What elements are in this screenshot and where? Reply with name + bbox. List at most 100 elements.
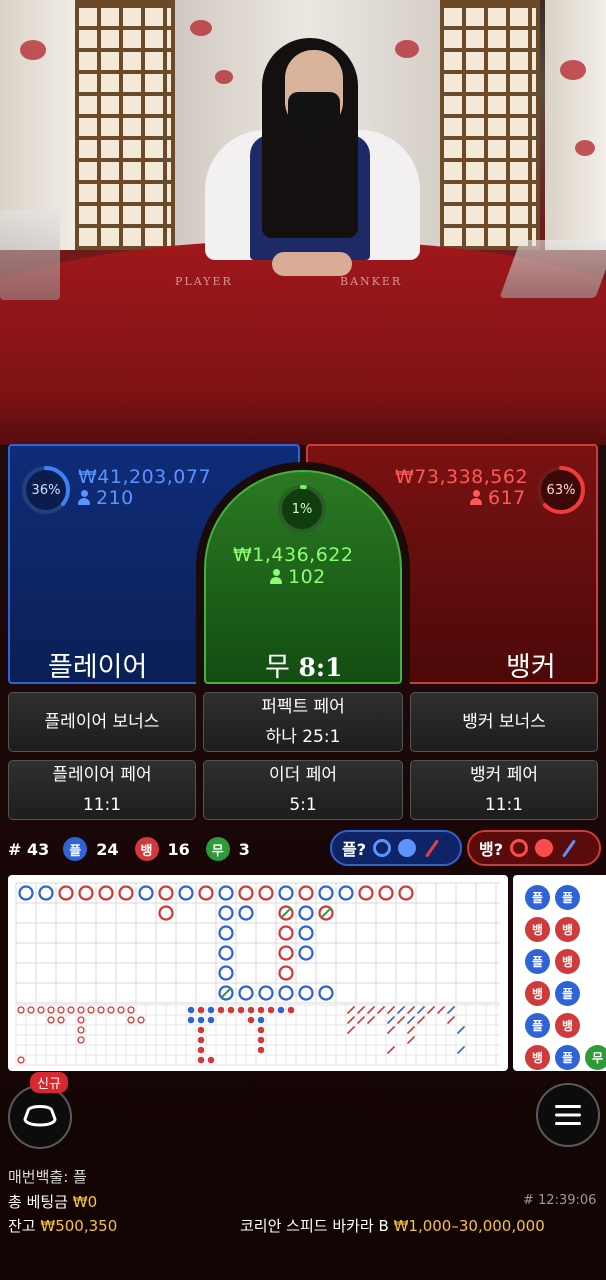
big-road-mark: [218, 885, 234, 901]
big-road-mark: [138, 885, 154, 901]
banker-pair-button[interactable]: 뱅커 페어 11:1: [410, 760, 598, 820]
cockroach-road-icon: [425, 838, 439, 858]
derived-road-mark: [446, 1005, 456, 1015]
derived-road-mark: [97, 1006, 105, 1014]
either-pair-button[interactable]: 이더 페어 5:1: [203, 760, 403, 820]
banker-bonus-button[interactable]: 뱅커 보너스: [410, 692, 598, 752]
balance: 잔고 ₩500,350: [8, 1217, 118, 1235]
derived-road-mark: [57, 1016, 65, 1024]
big-road-mark: [178, 885, 194, 901]
tie-win-chip: 무: [205, 837, 230, 861]
derived-road-mark: [187, 1006, 195, 1014]
derived-road-mark: [207, 1056, 215, 1064]
derived-road-mark: [366, 1005, 376, 1015]
scoreboard-roads[interactable]: [8, 875, 508, 1071]
tie-bettor-count: 102: [270, 566, 326, 588]
derived-road-mark: [277, 1006, 285, 1014]
big-road-mark: [238, 985, 254, 1001]
tie-win-count: 3: [238, 839, 250, 859]
big-road-mark: [158, 885, 174, 901]
derived-road-mark: [237, 1006, 245, 1014]
derived-road-mark: [346, 1005, 356, 1015]
big-road-mark: [298, 925, 314, 941]
felt-banker-label: BANKER: [340, 275, 403, 288]
derived-road-mark: [17, 1006, 25, 1014]
derived-road-mark: [117, 1006, 125, 1014]
derived-road-mark: [436, 1005, 446, 1015]
table-name: 코리안 스피드 바카라 B: [240, 1217, 389, 1235]
big-road-mark: [278, 885, 294, 901]
derived-road-mark: [386, 1045, 396, 1055]
player-total-amount: ₩41,203,077: [78, 466, 212, 488]
derived-road-mark: [77, 1016, 85, 1024]
big-road-mark: [238, 905, 254, 921]
player-pair-button[interactable]: 플레이어 페어 11:1: [8, 760, 196, 820]
big-road-mark: [158, 905, 174, 921]
bet-limits: ₩1,000–30,000,000: [393, 1217, 545, 1235]
small-road-icon: [535, 839, 554, 857]
derived-road-mark: [257, 1026, 265, 1034]
banker-percent: 63%: [546, 482, 576, 498]
derived-road-mark: [197, 1006, 205, 1014]
big-eye-road-icon: [510, 839, 529, 857]
lattice-panel-left: [75, 0, 175, 250]
player-win-chip: 플: [63, 837, 88, 861]
derived-road-mark: [406, 1005, 416, 1015]
discard-tray: [0, 210, 60, 300]
big-road-mark: [298, 985, 314, 1001]
last-result: 매번백출: 플: [8, 1168, 87, 1186]
big-road-mark: [118, 885, 134, 901]
bead-road-mark: 뱅: [525, 917, 550, 942]
derived-road-mark: [197, 1016, 205, 1024]
big-road-mark: [218, 925, 234, 941]
derived-road-mark: [247, 1006, 255, 1014]
menu-button[interactable]: [536, 1083, 600, 1147]
derived-road-mark: [47, 1016, 55, 1024]
big-road-mark: [218, 965, 234, 981]
derived-road-mark: [406, 1025, 416, 1035]
derived-road-mark: [346, 1025, 356, 1035]
big-road-mark: [98, 885, 114, 901]
derived-road-mark: [257, 1036, 265, 1044]
perfect-pair-button[interactable]: 퍼펙트 페어 하나 25:1: [203, 692, 403, 752]
derived-road-mark: [366, 1015, 376, 1025]
bead-road-mark: 무: [585, 1045, 606, 1070]
big-road-mark: [238, 885, 254, 901]
banker-prediction-button[interactable]: 뱅?: [467, 830, 601, 866]
big-road-mark: [318, 985, 334, 1001]
bead-road-mark: 뱅: [525, 1045, 550, 1070]
derived-road-mark: [287, 1006, 295, 1014]
bead-road-mark: 플: [555, 885, 580, 910]
player-prediction-button[interactable]: 플?: [330, 830, 462, 866]
derived-road-mark: [227, 1006, 235, 1014]
big-road-mark: [218, 905, 234, 921]
derived-road-mark: [257, 1006, 265, 1014]
derived-road-mark: [426, 1005, 436, 1015]
derived-road-mark: [396, 1015, 406, 1025]
big-road-mark: [298, 945, 314, 961]
derived-road-mark: [396, 1005, 406, 1015]
derived-road-mark: [356, 1015, 366, 1025]
derived-road-mark: [77, 1026, 85, 1034]
derived-road-mark: [386, 1025, 396, 1035]
derived-road-mark: [17, 1056, 25, 1064]
derived-road-mark: [197, 1056, 205, 1064]
derived-road-mark: [346, 1015, 356, 1025]
table-info: 코리안 스피드 바카라 B ₩1,000–30,000,000: [240, 1215, 545, 1236]
big-road-mark: [258, 885, 274, 901]
bead-road-mark: 뱅: [555, 917, 580, 942]
bead-road[interactable]: 플뱅플뱅플뱅플뱅뱅플뱅플무: [513, 875, 606, 1071]
bead-road-mark: 플: [525, 949, 550, 974]
player-bonus-button[interactable]: 플레이어 보너스: [8, 692, 196, 752]
bead-road-mark: 플: [525, 1013, 550, 1038]
lobby-button[interactable]: [8, 1085, 72, 1149]
user-icon: [270, 569, 282, 584]
player-percent: 36%: [31, 482, 61, 498]
derived-road-mark: [356, 1005, 366, 1015]
derived-road-mark: [67, 1006, 75, 1014]
derived-road-mark: [197, 1036, 205, 1044]
derived-road-mark: [217, 1006, 225, 1014]
big-road-and-derived-roads: [15, 882, 500, 1066]
tie-slash-mark: [220, 987, 232, 999]
lattice-panel-right: [440, 0, 540, 250]
